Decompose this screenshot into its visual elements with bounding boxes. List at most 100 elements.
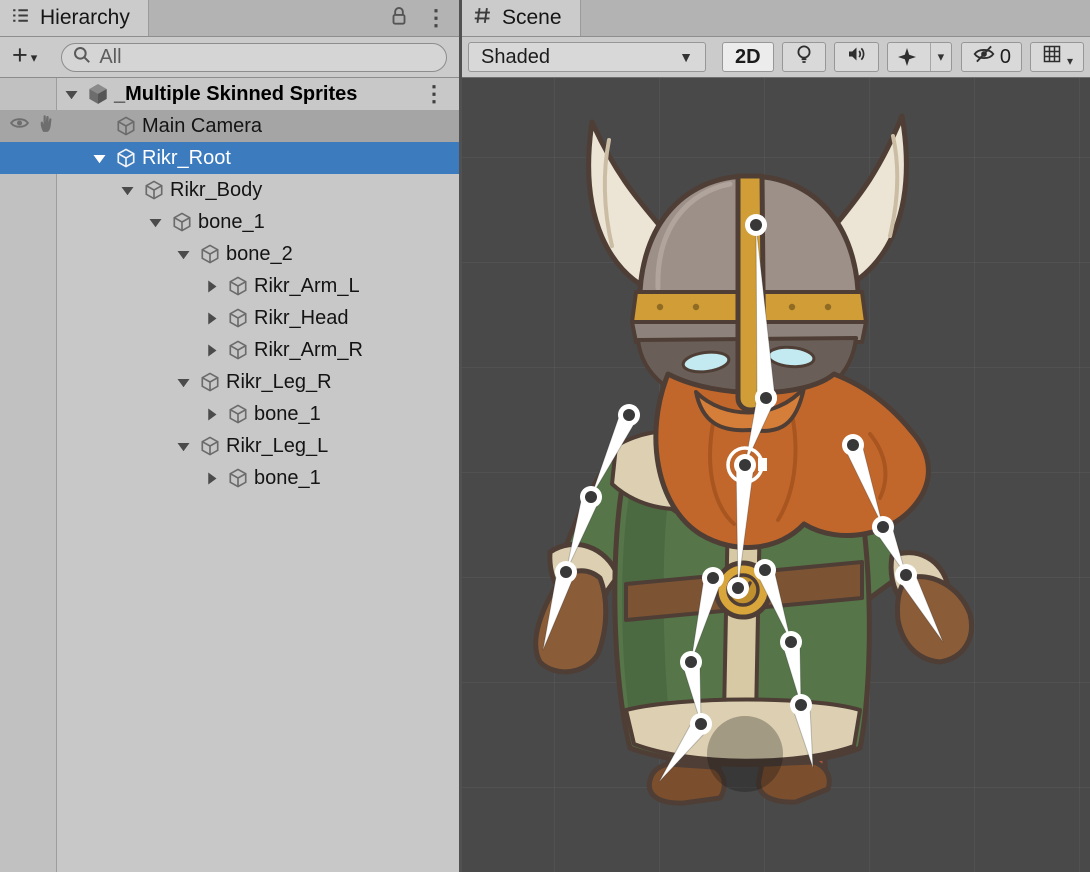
bone-joint[interactable]: [732, 582, 744, 594]
gameobject-cube-icon: [112, 147, 139, 169]
bone-joint[interactable]: [585, 491, 597, 503]
scene-header-row[interactable]: _Multiple Skinned Sprites⋮: [0, 78, 459, 110]
gameobject-cube-icon: [168, 211, 195, 233]
eye-slash-icon: [972, 43, 996, 71]
collapse-arrow-icon[interactable]: [86, 151, 112, 166]
hierarchy-row-rikr-leg-l[interactable]: Rikr_Leg_L: [0, 430, 459, 462]
expand-arrow-icon[interactable]: [198, 471, 224, 486]
tab-scene[interactable]: Scene: [462, 0, 581, 36]
hierarchy-panel: Hierarchy ⋮ + ▾ All _Multiple Skinned Sp…: [0, 0, 459, 872]
hierarchy-row-rikr-arm-l[interactable]: Rikr_Arm_L: [0, 270, 459, 302]
scene-effects-button[interactable]: ▾: [887, 42, 953, 72]
row-visibility-gutter[interactable]: [0, 462, 58, 494]
unity-editor-window: Hierarchy ⋮ + ▾ All _Multiple Skinned Sp…: [0, 0, 1090, 872]
grid-settings-button[interactable]: ▾: [1030, 42, 1084, 72]
bone-joint[interactable]: [760, 392, 772, 404]
lock-icon[interactable]: [389, 5, 409, 32]
expand-arrow-icon[interactable]: [198, 311, 224, 326]
hierarchy-row-bone-2[interactable]: bone_2: [0, 238, 459, 270]
row-visibility-gutter[interactable]: [0, 270, 58, 302]
row-visibility-gutter[interactable]: [0, 78, 58, 110]
tab-hierarchy[interactable]: Hierarchy: [0, 0, 149, 36]
collapse-arrow-icon[interactable]: [170, 247, 196, 262]
bone-joint[interactable]: [739, 459, 751, 471]
visibility-eye-icon[interactable]: [9, 114, 30, 138]
draw-mode-dropdown[interactable]: Shaded ▼: [468, 42, 706, 72]
hierarchy-list-icon: [10, 5, 31, 32]
scene-viewport[interactable]: [462, 78, 1090, 872]
hierarchy-row-rikr-root[interactable]: Rikr_Root: [0, 142, 459, 174]
effects-dropdown-arrow-icon[interactable]: ▾: [930, 43, 952, 71]
hierarchy-row-bone-1[interactable]: bone_1: [0, 398, 459, 430]
bone-joint[interactable]: [685, 656, 697, 668]
collapse-arrow-icon[interactable]: [58, 87, 84, 102]
row-label: Main Camera: [142, 115, 262, 138]
row-label: Rikr_Leg_L: [226, 435, 328, 458]
speaker-icon: [845, 43, 868, 71]
hierarchy-search-field[interactable]: All: [61, 43, 447, 72]
row-visibility-gutter[interactable]: [0, 110, 58, 142]
create-dropdown-arrow-icon[interactable]: ▾: [30, 48, 40, 66]
bone-joint[interactable]: [560, 566, 572, 578]
expand-arrow-icon[interactable]: [198, 343, 224, 358]
bone-joint[interactable]: [750, 219, 762, 231]
create-button[interactable]: +: [8, 42, 30, 72]
hierarchy-toolbar: + ▾ All: [0, 37, 459, 78]
row-visibility-gutter[interactable]: [0, 366, 58, 398]
panel-menu-kebab-icon[interactable]: ⋮: [425, 7, 447, 29]
bone-joint[interactable]: [707, 572, 719, 584]
hierarchy-row-bone-1[interactable]: bone_1: [0, 206, 459, 238]
scene-tabbar: Scene: [462, 0, 1090, 37]
row-visibility-gutter[interactable]: [0, 430, 58, 462]
row-label: bone_1: [198, 211, 265, 234]
collapse-arrow-icon[interactable]: [170, 375, 196, 390]
collapse-arrow-icon[interactable]: [142, 215, 168, 230]
bone-joint[interactable]: [695, 718, 707, 730]
scene-audio-button[interactable]: [834, 42, 879, 72]
hierarchy-tabbar: Hierarchy ⋮: [0, 0, 459, 37]
row-visibility-gutter[interactable]: [0, 174, 58, 206]
expand-arrow-icon[interactable]: [198, 407, 224, 422]
gameobject-cube-icon: [196, 371, 223, 393]
gameobject-cube-icon: [112, 115, 139, 137]
row-visibility-gutter[interactable]: [0, 398, 58, 430]
toggle-2d-button[interactable]: 2D: [722, 42, 774, 72]
gameobject-cube-icon: [224, 307, 251, 329]
row-visibility-gutter[interactable]: [0, 142, 58, 174]
row-visibility-gutter[interactable]: [0, 302, 58, 334]
expand-arrow-icon[interactable]: [198, 279, 224, 294]
hierarchy-row-main-camera[interactable]: Main Camera: [0, 110, 459, 142]
hierarchy-row-rikr-head[interactable]: Rikr_Head: [0, 302, 459, 334]
hierarchy-row-rikr-arm-r[interactable]: Rikr_Arm_R: [0, 334, 459, 366]
scene-lighting-button[interactable]: [782, 42, 826, 72]
hidden-objects-button[interactable]: 0: [961, 42, 1022, 72]
collapse-arrow-icon[interactable]: [170, 439, 196, 454]
row-label: bone_1: [254, 403, 321, 426]
row-visibility-gutter[interactable]: [0, 334, 58, 366]
row-visibility-gutter[interactable]: [0, 238, 58, 270]
row-visibility-gutter[interactable]: [0, 206, 58, 238]
bone-joint[interactable]: [795, 699, 807, 711]
joint-handle-square[interactable]: [758, 458, 767, 471]
scene-options-kebab-icon[interactable]: ⋮: [423, 83, 459, 105]
bone-joint[interactable]: [900, 569, 912, 581]
hierarchy-tree: _Multiple Skinned Sprites⋮ Main Camera Rik…: [0, 78, 459, 872]
glove-left: [536, 571, 606, 672]
bone-joint[interactable]: [877, 521, 889, 533]
hierarchy-row-rikr-leg-r[interactable]: Rikr_Leg_R: [0, 366, 459, 398]
bone-joint[interactable]: [623, 409, 635, 421]
scene-toolbar: Shaded ▼ 2D ▾ 0 ▾: [462, 37, 1090, 78]
hierarchy-row-rikr-body[interactable]: Rikr_Body: [0, 174, 459, 206]
row-label: bone_1: [254, 467, 321, 490]
bone-joint[interactable]: [785, 636, 797, 648]
row-label: bone_2: [226, 243, 293, 266]
row-label: Rikr_Arm_L: [254, 275, 360, 298]
hierarchy-row-bone-1[interactable]: bone_1: [0, 462, 459, 494]
gameobject-cube-icon: [196, 243, 223, 265]
bone-joint[interactable]: [759, 564, 771, 576]
row-label: Rikr_Body: [170, 179, 262, 202]
bone-joint[interactable]: [847, 439, 859, 451]
collapse-arrow-icon[interactable]: [114, 183, 140, 198]
scene-panel: Scene Shaded ▼ 2D ▾ 0: [462, 0, 1090, 872]
pickability-hand-icon[interactable]: [37, 113, 55, 139]
